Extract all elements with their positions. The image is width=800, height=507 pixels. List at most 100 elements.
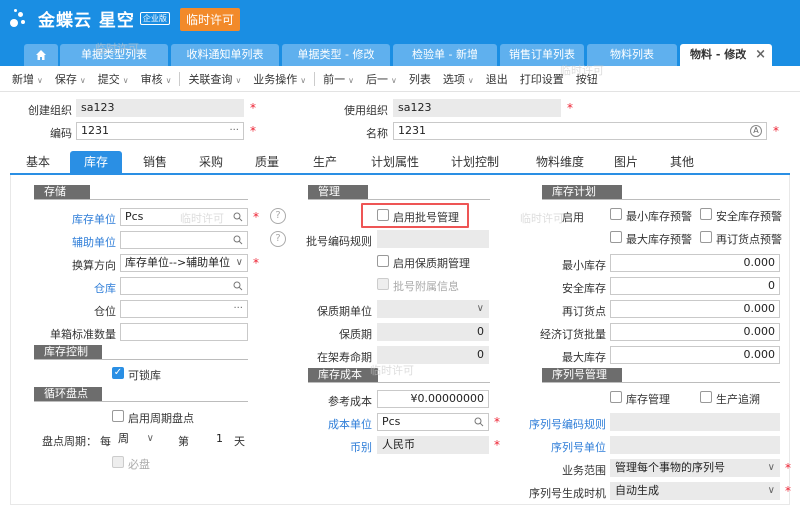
close-icon[interactable]: × [755, 44, 766, 66]
section-tabs: 基本 库存 销售 采购 质量 生产 计划属性 计划控制 物料维度 图片 其他 [10, 151, 790, 175]
required-mark: * [253, 210, 259, 224]
tab-other[interactable]: 其他 [658, 151, 706, 173]
serial-unit-label[interactable]: 序列号单位 [510, 439, 606, 455]
safe-stock-warn-checkbox[interactable] [700, 208, 712, 220]
cost-unit-field[interactable]: Pcs [377, 413, 489, 431]
stock-unit-label[interactable]: 库存单位 [20, 211, 116, 227]
use-org-field[interactable]: sa123 [393, 99, 561, 117]
tab-quality[interactable]: 质量 [242, 151, 292, 173]
tab-inventory[interactable]: 库存 [70, 151, 122, 173]
related-query-button[interactable]: 关联查询 ∨ [182, 71, 247, 87]
reference-cost-field[interactable]: ¥0.00000000 [377, 390, 489, 408]
must-count-checkbox[interactable] [112, 456, 124, 468]
use-org-label: 使用组织 [344, 104, 388, 117]
serial-stock-mgmt-checkbox[interactable] [610, 391, 622, 403]
group-stock-cost: 库存成本 [308, 368, 378, 382]
create-org-field[interactable]: sa123 [76, 99, 244, 117]
group-serial: 序列号管理 [542, 368, 622, 382]
help-icon[interactable]: ? [270, 231, 286, 247]
group-divider [542, 382, 780, 383]
reorder-warn-checkbox[interactable] [700, 231, 712, 243]
tab-receive-notice-list[interactable]: 收料通知单列表 [171, 44, 279, 66]
shelf-unit-select[interactable]: ∨ [377, 300, 489, 318]
tab-basic[interactable]: 基本 [12, 151, 64, 173]
max-stock-warn-checkbox[interactable] [610, 231, 622, 243]
batch-management-checkbox[interactable] [377, 209, 389, 221]
count-unit-select[interactable]: 周 ∨ [113, 430, 159, 448]
previous-button[interactable]: 前一 ∨ [317, 71, 360, 87]
aux-unit-label[interactable]: 辅助单位 [20, 234, 116, 250]
currency-field[interactable]: 人民币 [377, 436, 489, 454]
batch-attach-checkbox[interactable] [377, 278, 389, 290]
next-button[interactable]: 后一 ∨ [360, 71, 403, 87]
convert-direction-select[interactable]: 库存单位-->辅助单位 ∨ [120, 254, 248, 272]
search-icon[interactable] [233, 281, 243, 291]
business-scope-select[interactable]: 管理每个事物的序列号 ∨ [610, 459, 780, 477]
tab-purchase[interactable]: 采购 [186, 151, 236, 173]
count-nth-field[interactable]: 1 [194, 430, 228, 448]
eoq-field[interactable]: 0.000 [610, 323, 780, 341]
serial-gen-timing-label: 序列号生成时机 [529, 487, 606, 500]
min-stock-field[interactable]: 0.000 [610, 254, 780, 272]
tab-plan-attributes[interactable]: 计划属性 [360, 151, 430, 173]
search-icon[interactable] [233, 235, 243, 245]
required-mark: * [494, 415, 500, 429]
group-management: 管理 [308, 185, 368, 199]
required-mark: * [250, 124, 256, 138]
cost-unit-label[interactable]: 成本单位 [300, 416, 372, 432]
location-field[interactable]: ··· [120, 300, 248, 318]
tab-doc-type-edit[interactable]: 单据类型 - 修改 [282, 44, 390, 66]
tab-plan-control[interactable]: 计划控制 [440, 151, 510, 173]
tab-sales[interactable]: 销售 [130, 151, 180, 173]
shelf-period-field[interactable]: 0 [377, 323, 489, 341]
watermark: 临时许可 [370, 364, 414, 377]
shelf-life-checkbox[interactable] [377, 255, 389, 267]
max-stock-field[interactable]: 0.000 [610, 346, 780, 364]
batch-rule-field[interactable] [377, 230, 489, 248]
new-button[interactable]: 新增 ∨ [6, 71, 49, 87]
min-stock-warn-checkbox[interactable] [610, 208, 622, 220]
warehouse-label[interactable]: 仓库 [20, 280, 116, 296]
group-stock-control: 库存控制 [34, 345, 102, 359]
safe-stock-field[interactable]: 0 [610, 277, 780, 295]
list-button[interactable]: 列表 [403, 71, 437, 87]
serial-gen-timing-value: 自动生成 [615, 484, 659, 497]
aux-unit-field[interactable] [120, 231, 248, 249]
tab-inspection-new[interactable]: 检验单 - 新增 [393, 44, 497, 66]
more-icon[interactable]: ··· [229, 123, 239, 139]
tab-production[interactable]: 生产 [300, 151, 350, 173]
help-icon[interactable]: ? [270, 208, 286, 224]
currency-label[interactable]: 币别 [300, 439, 372, 455]
code-field[interactable]: 1231 ··· [76, 122, 244, 140]
more-icon[interactable]: ··· [233, 301, 243, 317]
group-divider [542, 199, 780, 200]
audit-button[interactable]: 审核 ∨ [135, 71, 178, 87]
business-ops-button[interactable]: 业务操作 ∨ [247, 71, 312, 87]
box-qty-field[interactable] [120, 323, 248, 341]
group-storage: 存储 [34, 185, 90, 199]
reorder-point-field[interactable]: 0.000 [610, 300, 780, 318]
submit-button[interactable]: 提交 ∨ [92, 71, 135, 87]
serial-gen-timing-select[interactable]: 自动生成 ∨ [610, 482, 780, 500]
lockable-checkbox[interactable]: ✓ [112, 367, 124, 379]
tab-material-edit[interactable]: 物料 - 修改 × [680, 44, 772, 66]
warehouse-field[interactable] [120, 277, 248, 295]
tab-home[interactable] [24, 44, 58, 66]
tab-images[interactable]: 图片 [608, 151, 644, 173]
serial-rule-field[interactable] [610, 413, 780, 431]
save-button[interactable]: 保存 ∨ [49, 71, 92, 87]
multilang-icon[interactable]: A [750, 125, 762, 137]
enable-cycle-count-checkbox[interactable] [112, 410, 124, 422]
name-field[interactable]: 1231 A [393, 122, 767, 140]
production-trace-checkbox[interactable] [700, 391, 712, 403]
search-icon[interactable] [474, 417, 484, 427]
max-stock-label: 最大库存 [562, 351, 606, 364]
serial-unit-field[interactable] [610, 436, 780, 454]
serial-rule-label[interactable]: 序列号编码规则 [510, 416, 606, 432]
tab-material-dimension[interactable]: 物料维度 [522, 151, 598, 173]
search-icon[interactable] [233, 212, 243, 222]
options-button[interactable]: 选项 ∨ [437, 71, 480, 87]
exit-button[interactable]: 退出 [480, 71, 514, 87]
min-stock-warn-label: 最小库存预警 [626, 210, 692, 223]
temporary-license-button[interactable]: 临时许可 [180, 8, 241, 31]
